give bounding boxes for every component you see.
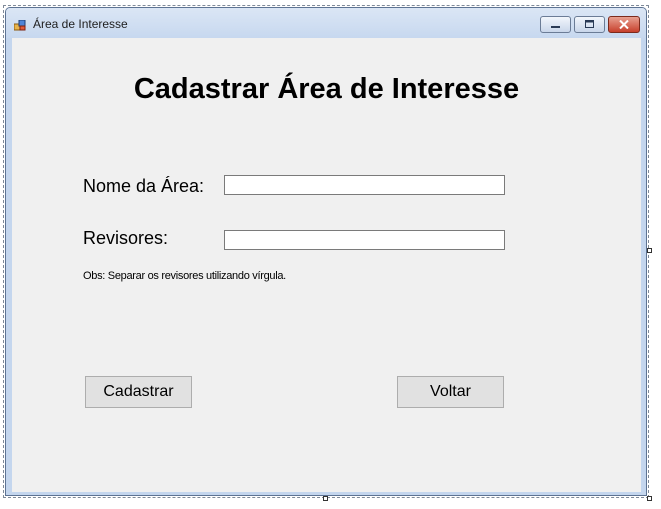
form-window: Área de Interesse Cadastrar Área de Inte…	[5, 7, 647, 496]
close-icon	[619, 16, 629, 34]
minimize-icon	[550, 16, 561, 34]
page-title: Cadastrar Área de Interesse	[133, 73, 520, 105]
register-button[interactable]: Cadastrar	[85, 376, 192, 408]
maximize-icon	[584, 16, 595, 34]
window-title: Área de Interesse	[33, 17, 128, 31]
form-app-icon	[13, 18, 26, 31]
resize-handle-corner[interactable]	[647, 496, 652, 501]
resize-handle-right[interactable]	[647, 248, 652, 253]
reviewers-input[interactable]	[224, 230, 505, 250]
resize-handle-bottom[interactable]	[323, 496, 328, 501]
maximize-button[interactable]	[574, 16, 605, 33]
minimize-button[interactable]	[540, 16, 571, 33]
reviewers-note: Obs: Separar os revisores utilizando vír…	[83, 270, 286, 282]
form-client-area: Cadastrar Área de Interesse Nome da Área…	[12, 38, 641, 492]
back-button[interactable]: Voltar	[397, 376, 504, 408]
title-bar[interactable]: Área de Interesse	[6, 8, 646, 38]
reviewers-label: Revisores:	[83, 228, 169, 248]
area-name-label: Nome da Área:	[83, 176, 205, 196]
close-button[interactable]	[608, 16, 640, 33]
area-name-input[interactable]	[224, 175, 505, 195]
